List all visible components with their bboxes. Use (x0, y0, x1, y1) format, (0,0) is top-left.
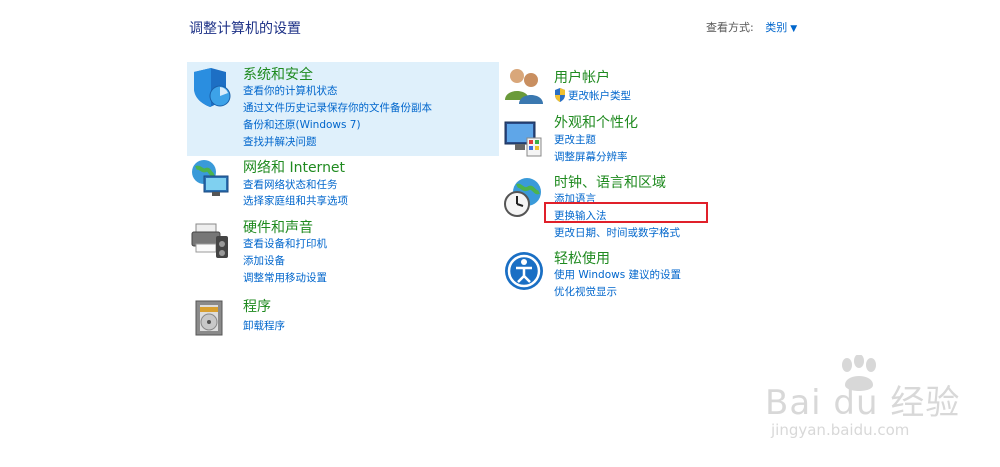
link-add-device[interactable]: 添加设备 (243, 253, 285, 268)
view-by-dropdown[interactable]: 类别 ▼ (765, 21, 797, 34)
link-devices-printers[interactable]: 查看设备和打印机 (243, 236, 327, 251)
category-title-hardware-sound[interactable]: 硬件和声音 (243, 217, 313, 237)
category-ease-of-access[interactable]: 轻松使用 使用 Windows 建议的设置 优化视觉显示 (500, 246, 740, 302)
link-date-time-format[interactable]: 更改日期、时间或数字格式 (554, 225, 680, 240)
link-homegroup-sharing[interactable]: 选择家庭组和共享选项 (243, 193, 348, 208)
users-icon (503, 64, 545, 106)
category-title-system-security[interactable]: 系统和安全 (243, 64, 313, 84)
category-hardware-sound[interactable]: 硬件和声音 查看设备和打印机 添加设备 调整常用移动设置 (187, 216, 499, 286)
category-title-user-accounts[interactable]: 用户帐户 (554, 67, 610, 87)
link-troubleshoot[interactable]: 查找并解决问题 (243, 134, 317, 149)
shield-icon (190, 66, 232, 108)
link-backup-restore[interactable]: 备份和还原(Windows 7) (243, 117, 361, 132)
chevron-down-icon: ▼ (790, 24, 798, 34)
annotation-highlight-box (544, 202, 708, 223)
watermark-logo-text: Bai du 经验 (765, 383, 961, 423)
page-title: 调整计算机的设置 (189, 21, 301, 37)
link-view-computer-status[interactable]: 查看你的计算机状态 (243, 83, 338, 98)
category-title-clock-language-region[interactable]: 时钟、语言和区域 (554, 172, 666, 192)
category-programs[interactable]: 程序 卸载程序 (187, 295, 499, 337)
view-by-value: 类别 (765, 21, 788, 34)
globe-network-icon (190, 158, 232, 200)
category-network-internet[interactable]: 网络和 Internet 查看网络状态和任务 选择家庭组和共享选项 (187, 156, 499, 214)
link-mobility-settings[interactable]: 调整常用移动设置 (243, 270, 327, 285)
category-title-appearance[interactable]: 外观和个性化 (554, 112, 638, 132)
watermark-url: jingyan.baidu.com (771, 421, 910, 439)
link-optimize-visual[interactable]: 优化视觉显示 (554, 284, 617, 299)
link-screen-resolution[interactable]: 调整屏幕分辨率 (554, 149, 628, 164)
category-user-accounts[interactable]: 用户帐户 更改帐户类型 (500, 64, 740, 104)
link-recommended-settings[interactable]: 使用 Windows 建议的设置 (554, 267, 681, 282)
monitor-palette-icon (503, 118, 545, 160)
link-uninstall-program[interactable]: 卸载程序 (243, 318, 285, 333)
category-title-programs[interactable]: 程序 (243, 296, 271, 316)
link-network-status[interactable]: 查看网络状态和任务 (243, 177, 338, 192)
category-title-ease-of-access[interactable]: 轻松使用 (554, 248, 610, 268)
ease-of-access-icon (503, 250, 545, 292)
uac-shield-icon (554, 87, 566, 102)
view-by-label: 查看方式: (706, 21, 754, 34)
link-file-history-backup[interactable]: 通过文件历史记录保存你的文件备份副本 (243, 100, 432, 115)
link-change-account-type[interactable]: 更改帐户类型 (568, 88, 631, 103)
programs-disc-icon (190, 297, 232, 339)
category-appearance[interactable]: 外观和个性化 更改主题 调整屏幕分辨率 (500, 110, 740, 164)
clock-globe-icon (503, 176, 545, 218)
category-title-network-internet[interactable]: 网络和 Internet (243, 157, 345, 177)
link-change-theme[interactable]: 更改主题 (554, 132, 596, 147)
category-system-security[interactable]: 系统和安全 查看你的计算机状态 通过文件历史记录保存你的文件备份副本 备份和还原… (187, 62, 499, 156)
printer-speaker-icon (190, 218, 232, 260)
view-by: 查看方式: 类别 ▼ (706, 19, 797, 35)
